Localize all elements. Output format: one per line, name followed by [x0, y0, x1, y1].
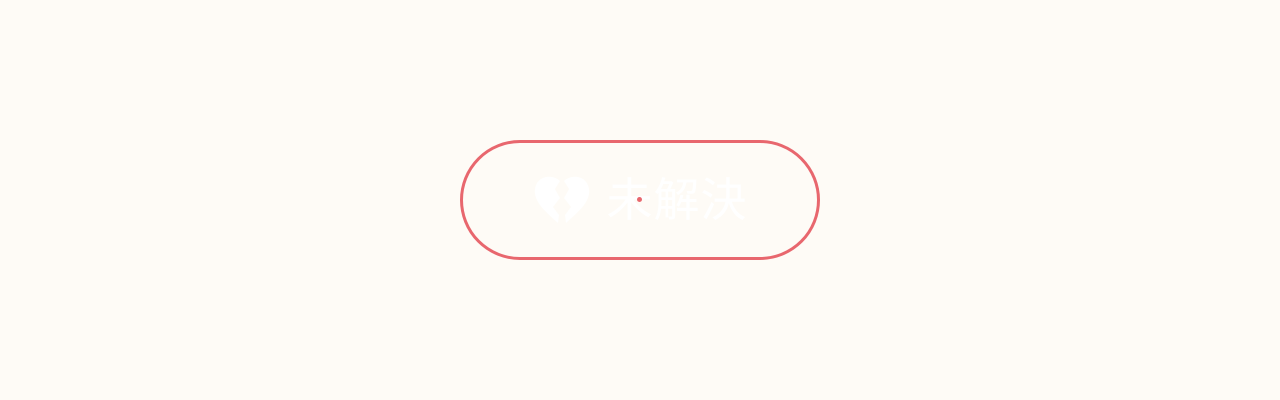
button-label: 未解決 [606, 173, 748, 227]
focus-dot [637, 197, 642, 202]
broken-heart-icon [533, 175, 591, 225]
page-canvas: 未解決 [0, 0, 1280, 400]
